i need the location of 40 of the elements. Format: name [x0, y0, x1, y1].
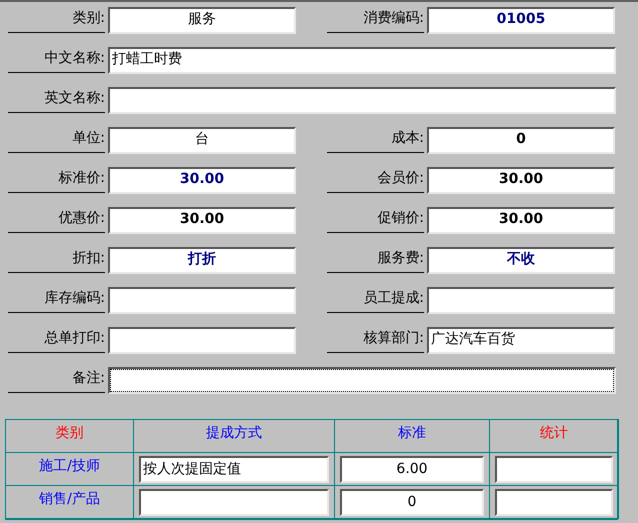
- input-field[interactable]: [108, 287, 296, 314]
- input-field[interactable]: 30.00: [108, 167, 296, 194]
- input-field[interactable]: 01005: [427, 7, 615, 34]
- field-label: 备注:: [8, 367, 105, 393]
- input-field[interactable]: 30.00: [427, 207, 615, 234]
- field-label: 库存编码:: [8, 287, 105, 313]
- input-field[interactable]: [108, 327, 296, 354]
- input-field[interactable]: [495, 488, 613, 516]
- field-label: 服务费:: [327, 247, 424, 273]
- input-field[interactable]: [108, 87, 616, 114]
- field-label: 促销价:: [327, 207, 424, 233]
- input-field[interactable]: 6.00: [340, 456, 484, 482]
- field-label: 标准价:: [8, 167, 105, 193]
- input-field[interactable]: 0: [340, 488, 484, 516]
- input-field[interactable]: 不收: [427, 247, 615, 274]
- field-label: 核算部门:: [327, 327, 424, 353]
- field-label: 员工提成:: [327, 287, 424, 313]
- input-field[interactable]: [108, 367, 616, 394]
- input-field[interactable]: [427, 287, 615, 314]
- field-label: 会员价:: [327, 167, 424, 193]
- input-field[interactable]: 打折: [108, 247, 296, 274]
- input-field[interactable]: 台: [108, 127, 296, 154]
- field-label: 优惠价:: [8, 207, 105, 233]
- field-label: 折扣:: [8, 247, 105, 273]
- input-field[interactable]: 服务: [108, 7, 296, 34]
- input-field[interactable]: 广达汽车百货: [427, 327, 615, 354]
- input-field[interactable]: [495, 456, 613, 482]
- input-field[interactable]: 按人次提固定值: [139, 456, 329, 482]
- field-label: 中文名称:: [8, 47, 105, 73]
- input-field[interactable]: 30.00: [108, 207, 296, 234]
- field-label: 成本:: [327, 127, 424, 153]
- field-label: 总单打印:: [8, 327, 105, 353]
- field-label: 英文名称:: [8, 87, 105, 113]
- field-label: 消费编码:: [327, 7, 424, 33]
- input-field[interactable]: 0: [427, 127, 615, 154]
- input-field[interactable]: [139, 488, 329, 516]
- input-field[interactable]: 打蜡工时费: [108, 47, 616, 74]
- field-label: 单位:: [8, 127, 105, 153]
- input-field[interactable]: 30.00: [427, 167, 615, 194]
- field-label: 类别:: [8, 7, 105, 33]
